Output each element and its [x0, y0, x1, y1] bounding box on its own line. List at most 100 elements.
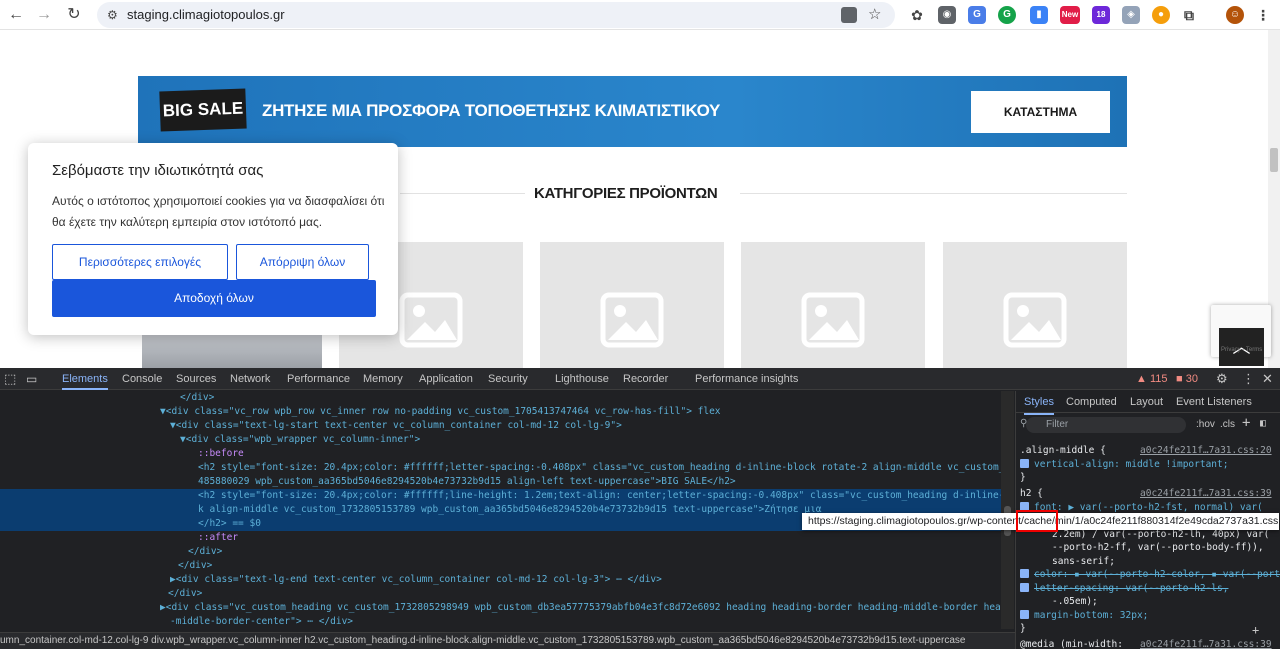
- extensions-menu-icon[interactable]: ⧉: [1180, 6, 1198, 24]
- errors-count[interactable]: ■ 30: [1176, 368, 1198, 390]
- dom-scrollbar[interactable]: [1001, 391, 1014, 629]
- devtools-tab-recorder[interactable]: Recorder: [623, 368, 668, 390]
- category-tile[interactable]: [540, 242, 724, 368]
- category-tile[interactable]: [943, 242, 1127, 368]
- notification-extension-icon[interactable]: 18: [1092, 6, 1110, 24]
- new-badge-extension-icon[interactable]: New: [1060, 6, 1080, 24]
- add-declaration-icon[interactable]: +: [1252, 623, 1259, 637]
- css-rule-line[interactable]: letter-spacing: var(--porto-h2-ls,: [1020, 582, 1228, 595]
- css-rule-line[interactable]: margin-bottom: 32px;: [1020, 609, 1148, 622]
- dom-node-text: ::after: [198, 532, 239, 543]
- devtools-close-icon[interactable]: ✕: [1262, 368, 1273, 390]
- dom-node-line[interactable]: <h2 style="font-size: 20.4px;color: #fff…: [0, 461, 1001, 475]
- doc-extension-icon[interactable]: ▮: [1030, 6, 1048, 24]
- dom-node-line[interactable]: </div>: [0, 391, 1001, 405]
- devtools-tab-memory[interactable]: Memory: [363, 368, 403, 390]
- dom-node-text: ▼<div class="vc_row wpb_row vc_inner row…: [160, 406, 721, 417]
- styles-filter-input[interactable]: Filter: [1026, 417, 1186, 433]
- avatar[interactable]: ☺: [1226, 6, 1244, 24]
- css-rule-text: color: ▪ var(--porto-h2-color, ▪ var(--p…: [1034, 569, 1280, 580]
- css-rule-line: }: [1020, 622, 1026, 635]
- dom-node-line[interactable]: 485880029 wpb_custom_aa365bd5046e8294520…: [0, 475, 1001, 489]
- translate-icon[interactable]: [841, 7, 857, 23]
- placeholder-image-icon: [1003, 292, 1067, 348]
- css-rule-line[interactable]: vertical-align: middle !important;: [1020, 458, 1228, 471]
- dom-node-line[interactable]: ▼<div class="vc_row wpb_row vc_inner row…: [0, 405, 1001, 419]
- dom-node-line[interactable]: <h2 style="font-size: 20.4px;color: #fff…: [0, 489, 1001, 503]
- dom-node-line[interactable]: ▼<div class="wpb_wrapper vc_column-inner…: [0, 433, 1001, 447]
- more-options-button[interactable]: Περισσότερες επιλογές: [52, 244, 228, 280]
- back-icon[interactable]: ←: [4, 4, 28, 26]
- stylesheet-link[interactable]: a0c24fe211f…7a31.css:39: [1140, 638, 1272, 649]
- dom-node-line[interactable]: </div>: [0, 587, 1001, 601]
- stylesheet-link[interactable]: a0c24fe211f…7a31.css:20: [1140, 444, 1272, 457]
- inspect-element-icon[interactable]: ⬚: [4, 368, 16, 390]
- styles-tab-layout[interactable]: Layout: [1130, 391, 1163, 413]
- accept-all-button[interactable]: Αποδοχή όλων: [52, 280, 376, 317]
- declaration-checkbox[interactable]: [1020, 582, 1029, 592]
- dom-node-line[interactable]: -middle-border-center"> ⋯ </div>: [0, 615, 1001, 629]
- dom-node-line[interactable]: </div>: [0, 559, 1001, 573]
- dom-tree[interactable]: </div> ▼<div class="vc_row wpb_row vc_inn…: [0, 391, 1001, 629]
- devtools-settings-icon[interactable]: ⚙: [1216, 368, 1228, 390]
- store-button[interactable]: ΚΑΤΑΣΤΗΜΑ: [971, 91, 1110, 133]
- devtools-tab-performance[interactable]: Performance: [287, 368, 350, 390]
- styles-tab-styles[interactable]: Styles: [1024, 391, 1054, 415]
- screen: ← → ↻ ⚙ staging.climagiotopoulos.gr ☆ ✿ …: [0, 0, 1280, 649]
- devtools-tab-performance-insights[interactable]: Performance insights: [695, 368, 798, 390]
- dom-breadcrumbs[interactable]: umn_container.col-md-12.col-lg-9 div.wpb…: [0, 632, 1015, 649]
- page-scrollbar-thumb[interactable]: [1270, 148, 1278, 172]
- devtools-tab-elements[interactable]: Elements: [62, 368, 108, 390]
- devtools-tab-application[interactable]: Application: [419, 368, 473, 390]
- camera-extension-icon[interactable]: ◉: [938, 6, 956, 24]
- placeholder-image-icon: [600, 292, 664, 348]
- shield-extension-icon[interactable]: ◈: [1122, 6, 1140, 24]
- devtools-more-icon[interactable]: ⋮: [1242, 368, 1255, 390]
- category-tile[interactable]: [741, 242, 925, 368]
- profile-extension-icon[interactable]: ●: [1152, 6, 1170, 24]
- forward-icon[interactable]: →: [32, 4, 56, 26]
- css-rule-line: }: [1020, 471, 1026, 484]
- styles-tab-event-listeners[interactable]: Event Listeners: [1176, 391, 1252, 413]
- css-rule-line[interactable]: color: ▪ var(--porto-h2-color, ▪ var(--p…: [1020, 568, 1280, 581]
- dom-node-line[interactable]: ::after: [0, 531, 1001, 545]
- dom-node-line[interactable]: </div>: [0, 545, 1001, 559]
- warnings-count[interactable]: ▲ 115: [1136, 368, 1168, 390]
- declaration-checkbox[interactable]: [1020, 569, 1029, 578]
- styles-tab-computed[interactable]: Computed: [1066, 391, 1117, 413]
- address-bar[interactable]: ⚙ staging.climagiotopoulos.gr ☆: [97, 2, 895, 28]
- devtools-tab-console[interactable]: Console: [122, 368, 162, 390]
- bookmark-star-icon[interactable]: ☆: [868, 5, 881, 23]
- devtools-tab-network[interactable]: Network: [230, 368, 270, 390]
- hov-toggle[interactable]: :hov: [1196, 419, 1215, 430]
- big-sale-tag: BIG SALE: [159, 88, 247, 132]
- reload-icon[interactable]: ↻: [62, 4, 86, 26]
- stylesheet-link[interactable]: a0c24fe211f…7a31.css:39: [1140, 487, 1272, 500]
- dom-node-line[interactable]: ▶<div class="vc_custom_heading vc_custom…: [0, 601, 1001, 615]
- cls-toggle[interactable]: .cls: [1220, 419, 1235, 430]
- site-settings-icon[interactable]: ⚙: [107, 8, 121, 22]
- devtools-tabbar: ⬚ ▭ ▲ 115 ■ 30 ⚙ ⋮ ✕ Elements Console Sour…: [0, 368, 1280, 390]
- placeholder-image-icon: [801, 292, 865, 348]
- dom-node-line[interactable]: ::before: [0, 447, 1001, 461]
- kebab-menu-icon[interactable]: ⋮: [1254, 6, 1272, 24]
- css-rule-text: .align-middle {: [1020, 445, 1106, 456]
- css-rule-line: --porto-h2-ff, var(--porto-body-ff)),: [1052, 541, 1264, 554]
- devtools-tab-sources[interactable]: Sources: [176, 368, 216, 390]
- extension-puzzle-icon[interactable]: ✿: [908, 6, 926, 24]
- css-rule-text: font: ▶ var(--porto-h2-fst, normal) var(: [1034, 501, 1263, 513]
- declaration-checkbox[interactable]: [1020, 458, 1029, 468]
- declaration-checkbox[interactable]: [1020, 609, 1029, 619]
- dom-node-line[interactable]: ▶<div class="text-lg-end text-center vc_…: [0, 573, 1001, 587]
- dom-node-line[interactable]: ▼<div class="text-lg-start text-center v…: [0, 419, 1001, 433]
- reject-all-button[interactable]: Απόρριψη όλων: [236, 244, 369, 280]
- device-toolbar-icon[interactable]: ▭: [26, 368, 37, 390]
- computed-sidebar-icon[interactable]: ◧: [1260, 418, 1266, 429]
- grammarly-icon[interactable]: G: [998, 6, 1016, 24]
- devtools-tab-lighthouse[interactable]: Lighthouse: [555, 368, 609, 390]
- new-rule-icon[interactable]: +: [1242, 415, 1250, 431]
- translate-extension-icon[interactable]: G: [968, 6, 986, 24]
- product-image[interactable]: [142, 330, 322, 368]
- devtools-tab-security[interactable]: Security: [488, 368, 528, 390]
- css-rule-text: vertical-align: middle !important;: [1034, 458, 1229, 470]
